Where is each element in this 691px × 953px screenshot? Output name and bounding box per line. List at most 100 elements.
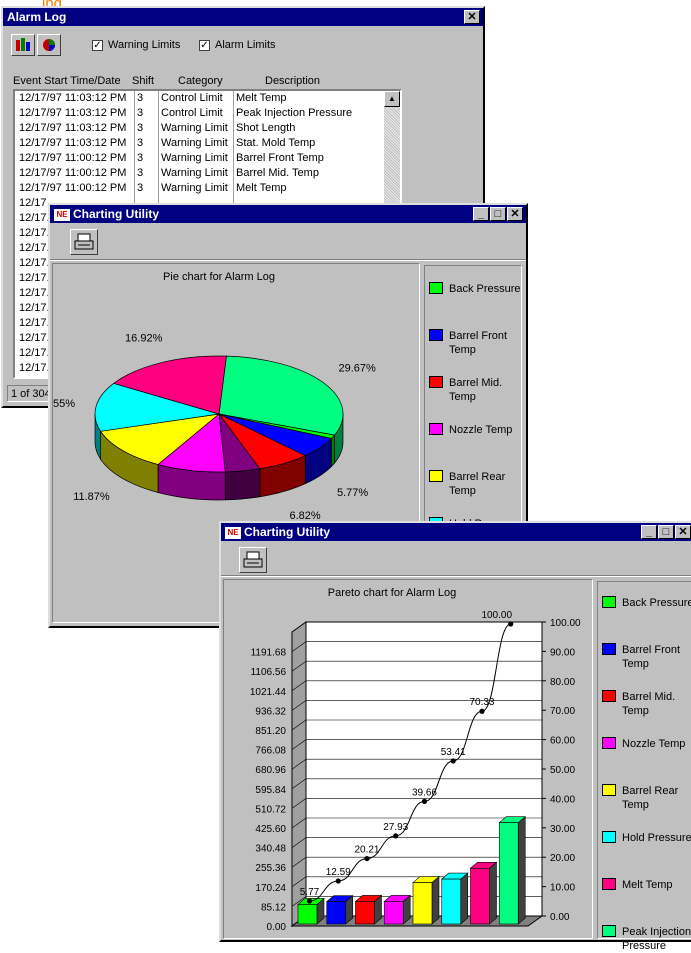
printer-icon [243, 551, 263, 568]
col-header-time[interactable]: Event Start Time/Date [13, 75, 121, 87]
app-logo-icon: NE [225, 526, 241, 539]
pie-tool-button[interactable] [37, 34, 61, 56]
pie-slice-label: 13.55% [53, 398, 75, 410]
legend-label: Barrel Mid. Temp [622, 691, 676, 717]
warning-limits-label: Warning Limits [108, 39, 181, 51]
scroll-up-button[interactable]: ▲ [384, 91, 400, 107]
pie-toolbar-divider [50, 259, 526, 261]
warning-limits-checkbox[interactable]: ✓ [92, 40, 103, 51]
bar-side [489, 861, 497, 925]
pareto-legend: Back Pressure Barrel Front Temp Barrel Mid… [597, 581, 691, 952]
cumulative-point [335, 878, 341, 884]
legend-label: Barrel Rear Temp [449, 471, 506, 497]
legend-swatch [429, 376, 443, 388]
cell-description: Barrel Front Temp [234, 151, 386, 166]
legend-label: Back Pressure [622, 597, 691, 609]
cell-shift: 3 [135, 166, 159, 181]
bar-side [460, 872, 469, 925]
pie-chart-icon [43, 39, 55, 51]
y-tick-label: 766.08 [255, 746, 286, 757]
legend-swatch [602, 784, 616, 796]
y-tick-label: 680.96 [255, 765, 286, 776]
legend-swatch [602, 643, 616, 655]
cell-category: Warning Limit [159, 136, 234, 151]
pareto-chart-window: NE Charting Utility _ □ ✕ Pareto chart fo… [219, 521, 691, 952]
cell-shift: 3 [135, 121, 159, 136]
alarm-log-titlebar[interactable]: Alarm Log ✕ [3, 8, 483, 26]
pareto-minimize-button[interactable]: _ [641, 525, 657, 539]
pie-slice-label: 5.77% [337, 487, 368, 499]
y-tick-label: 1021.44 [250, 687, 287, 698]
chart-tool-button[interactable] [11, 34, 35, 56]
legend-swatch [602, 878, 616, 890]
cumulative-label: 12.59 [326, 867, 351, 878]
cell-shift: 3 [135, 106, 159, 121]
legend-swatch [602, 925, 616, 937]
legend-label: Barrel Front Temp [622, 644, 681, 670]
bar [355, 901, 375, 925]
alarm-limits-label: Alarm Limits [215, 39, 276, 51]
pareto-chart-title: Pareto chart for Alarm Log [328, 587, 456, 599]
y-tick-label: 1106.56 [251, 667, 287, 678]
y-tick-label: 1191.68 [251, 648, 287, 659]
pie-maximize-button[interactable]: □ [490, 207, 506, 221]
pie-titlebar[interactable]: NE Charting Utility _ □ ✕ [50, 205, 526, 223]
bar [498, 822, 519, 925]
app-logo-icon: NE [54, 208, 70, 221]
legend-label: Hold Pressure [622, 832, 691, 844]
y2-tick-label: 70.00 [550, 706, 575, 717]
cumulative-label: 100.00 [481, 610, 512, 621]
bar-chart-icon [16, 38, 30, 51]
cumulative-point [306, 898, 313, 904]
y-tick-label: 425.60 [255, 824, 286, 835]
y2-tick-label: 90.00 [550, 647, 575, 658]
bar [412, 882, 433, 925]
bar [297, 904, 318, 925]
cell-category: Warning Limit [159, 151, 234, 166]
legend-label: Nozzle Temp [622, 738, 686, 750]
pareto-close-button[interactable]: ✕ [675, 525, 691, 539]
cell-description: Peak Injection Pressure [234, 106, 386, 121]
pareto-maximize-button[interactable]: □ [658, 525, 674, 539]
cell-shift: 3 [135, 151, 159, 166]
pareto-print-button[interactable] [239, 547, 267, 573]
col-header-shift[interactable]: Shift [132, 75, 154, 87]
legend-swatch [602, 831, 616, 843]
col-header-category[interactable]: Category [178, 75, 223, 87]
cell-description: Stat. Mold Temp [234, 136, 386, 151]
y2-tick-label: 10.00 [550, 883, 575, 894]
alarm-limits-checkbox[interactable]: ✓ [199, 40, 210, 51]
pie-close-button[interactable]: ✕ [507, 207, 523, 221]
legend-swatch [429, 282, 443, 294]
alarm-log-close-button[interactable]: ✕ [464, 10, 480, 24]
pie-slice-side [224, 468, 261, 501]
bar-side [517, 816, 526, 925]
cumulative-label: 20.21 [354, 845, 379, 856]
legend-label: Back Pressure [449, 283, 521, 295]
col-header-description[interactable]: Description [265, 75, 320, 87]
y2-tick-label: 100.00 [550, 618, 581, 629]
cell-category: Control Limit [159, 91, 234, 106]
cell-time: 12/17/97 11:00:12 PM [17, 151, 135, 166]
cell-time: 12/17/97 11:03:12 PM [17, 91, 135, 106]
cell-category: Warning Limit [159, 181, 234, 196]
pie-minimize-button[interactable]: _ [473, 207, 489, 221]
legend-label: Peak Injection Pressure [622, 926, 691, 952]
pie-slice-side [331, 434, 335, 468]
legend-swatch [602, 690, 616, 702]
cumulative-label: 39.66 [412, 787, 437, 798]
y2-tick-label: 40.00 [550, 794, 575, 805]
cumulative-label: 70.33 [469, 697, 494, 708]
pie-print-button[interactable] [70, 229, 98, 255]
cell-shift: 3 [135, 181, 159, 196]
pareto-toolbar-divider [221, 575, 691, 577]
legend-label: Barrel Rear Temp [622, 785, 679, 811]
cell-description: Melt Temp [234, 181, 386, 196]
y-tick-label: 170.24 [255, 883, 286, 894]
pareto-titlebar[interactable]: NE Charting Utility _ □ ✕ [221, 523, 691, 541]
pie-slice-label: 11.87% [73, 491, 110, 503]
cell-shift: 3 [135, 91, 159, 106]
cell-time: 12/17/97 11:03:12 PM [17, 136, 135, 151]
cell-shift: 3 [135, 136, 159, 151]
cumulative-point [364, 855, 370, 862]
